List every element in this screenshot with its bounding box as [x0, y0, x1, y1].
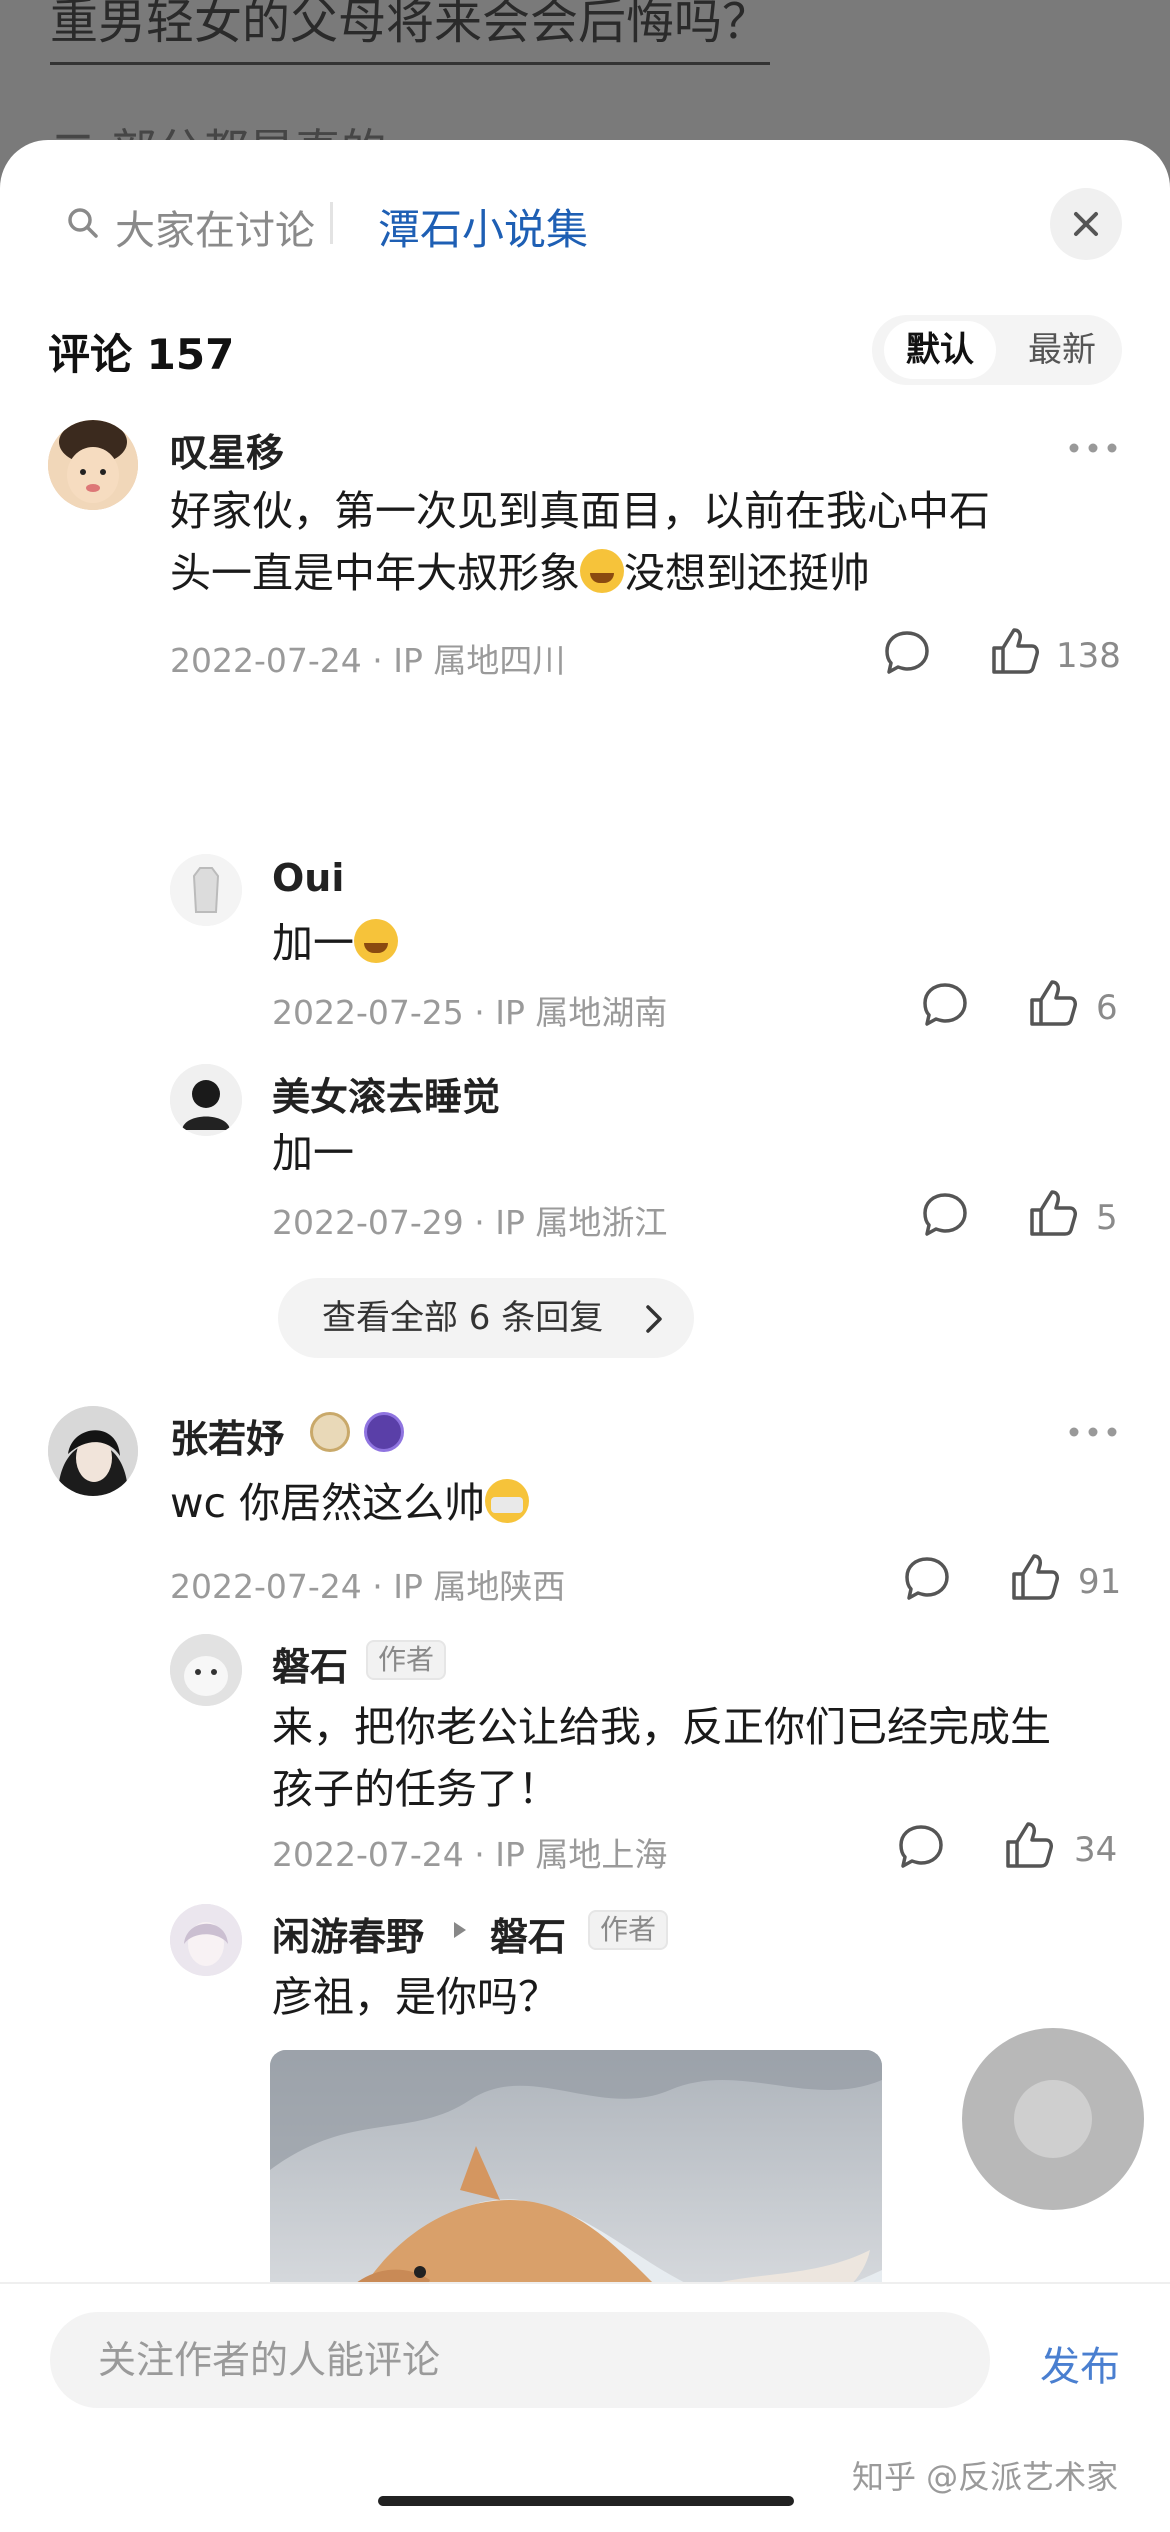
article-title: 重男轻女的父母将来会会后悔吗？ [50, 0, 771, 65]
reply-icon[interactable] [896, 1822, 946, 1872]
like-count: 91 [1078, 1562, 1122, 1602]
avatar-image [48, 420, 138, 510]
avatar-image [170, 1064, 242, 1136]
reply-author-name[interactable]: 闲游春野 [272, 1906, 424, 1961]
avatar[interactable] [170, 1634, 242, 1706]
reply-meta: 2022-07-25 · IP 属地湖南 [272, 993, 668, 1032]
comment-text: wc 你居然这么帅 [170, 1472, 530, 1534]
avatar[interactable] [170, 854, 242, 926]
reply-text: 加一 [272, 912, 398, 974]
view-all-replies-button[interactable]: 查看全部 6 条回复 [278, 1278, 694, 1358]
comment-meta: 2022-07-24 · IP 属地陕西 [170, 1567, 566, 1606]
reply-author-name[interactable]: 磐石 [272, 1636, 348, 1691]
commenter-name[interactable]: 叹星移 [170, 422, 284, 477]
home-indicator[interactable] [378, 2496, 794, 2506]
avatar-image [170, 1634, 242, 1706]
comment-count: 评论 157 [48, 330, 235, 379]
like-icon[interactable] [1026, 976, 1080, 1030]
avatar[interactable] [48, 420, 138, 510]
reply-meta: 2022-07-24 · IP 属地上海 [272, 1835, 668, 1874]
like-count: 5 [1096, 1198, 1118, 1238]
close-icon [1074, 212, 1098, 236]
like-icon[interactable] [1008, 1550, 1062, 1604]
reply-icon[interactable] [920, 980, 970, 1030]
level-badge-icon [310, 1412, 350, 1452]
watermark: 知乎 @反派艺术家 [852, 2458, 1119, 2496]
like-count: 34 [1074, 1830, 1118, 1870]
reply-text: 来，把你老公让给我，反正你们已经完成生 孩子的任务了！ [272, 1696, 1132, 1820]
vip-badge-icon [364, 1412, 404, 1452]
source-link[interactable]: 潭石小说集 [378, 196, 588, 257]
like-icon[interactable] [1026, 1186, 1080, 1240]
reply-text: 彦祖，是你吗？ [272, 1973, 559, 2021]
sheet-header: 大家在讨论 潭石小说集 [0, 140, 1170, 310]
comment-text-segment: 没想到还挺帅 [624, 549, 870, 597]
sort-default-button[interactable]: 默认 [884, 321, 996, 379]
comment-sheet: 大家在讨论 潭石小说集 评论 157 默认 最新 叹星移 好家伙，第一次见到真面… [0, 140, 1170, 2532]
comments-toolbar: 评论 157 默认 最新 [48, 315, 1122, 385]
avatar-image [170, 1904, 242, 1976]
more-options-icon[interactable] [1066, 1424, 1120, 1440]
laughing-emoji-icon [354, 919, 398, 963]
comment-text-segment: 头一直是中年大叔形象 [170, 549, 580, 597]
reply-icon[interactable] [920, 1190, 970, 1240]
commenter-name[interactable]: 张若妤 [170, 1408, 284, 1463]
reply-text-line: 来，把你老公让给我，反正你们已经完成生 [272, 1703, 1051, 1751]
discussing-label[interactable]: 大家在讨论 [115, 198, 315, 256]
like-count: 6 [1096, 988, 1118, 1028]
reply-icon[interactable] [902, 1554, 952, 1604]
avatar-image [170, 854, 242, 926]
floating-assistive-button[interactable] [962, 2028, 1144, 2210]
comment-meta: 2022-07-24 · IP 属地四川 [170, 641, 566, 680]
reply-text: 加一 [272, 1129, 354, 1177]
view-all-label: 查看全部 6 条回复 [322, 1298, 604, 1338]
reply-author-name[interactable]: 美女滚去睡觉 [272, 1066, 500, 1121]
mask-emoji-icon [485, 1479, 530, 1523]
avatar[interactable] [170, 1064, 242, 1136]
laughing-emoji-icon [580, 549, 624, 593]
sort-newest-button[interactable]: 最新 [1012, 321, 1112, 379]
reply-icon[interactable] [882, 628, 932, 678]
comment-text-segment: wc 你居然这么帅 [170, 1479, 486, 1527]
like-count: 138 [1056, 636, 1121, 676]
close-button[interactable] [1050, 188, 1122, 260]
reply-meta: 2022-07-29 · IP 属地浙江 [272, 1203, 668, 1242]
comment-text: 好家伙，第一次见到真面目，以前在我心中石 头一直是中年大叔形象 没想到还挺帅 [170, 480, 1130, 604]
sort-toggle: 默认 最新 [872, 315, 1122, 385]
avatar[interactable] [48, 1406, 138, 1496]
comment-text-line: 头一直是中年大叔形象 没想到还挺帅 [170, 542, 1130, 604]
comment-input-bar: 关注作者的人能评论 发布 知乎 @反派艺术家 [0, 2282, 1170, 2532]
avatar[interactable] [170, 1904, 242, 1976]
author-tag: 作者 [366, 1640, 447, 1680]
reply-target-name[interactable]: 磐石 [490, 1906, 566, 1961]
like-icon[interactable] [988, 624, 1042, 678]
avatar-image [48, 1406, 138, 1496]
reply-text-line: 孩子的任务了！ [272, 1765, 559, 1813]
reply-arrow-icon [454, 1922, 466, 1938]
comment-input[interactable]: 关注作者的人能评论 [50, 2312, 990, 2408]
comment-text-line: 好家伙，第一次见到真面目，以前在我心中石 [170, 487, 990, 535]
reply-text-segment: 加一 [272, 919, 354, 967]
chevron-right-icon [646, 1305, 662, 1333]
header-divider [330, 202, 333, 244]
like-icon[interactable] [1002, 1818, 1056, 1872]
search-icon [68, 208, 98, 238]
author-tag: 作者 [588, 1910, 669, 1950]
reply-author-name[interactable]: Oui [272, 856, 344, 900]
publish-button[interactable]: 发布 [1040, 2334, 1120, 2392]
more-options-icon[interactable] [1066, 440, 1120, 456]
